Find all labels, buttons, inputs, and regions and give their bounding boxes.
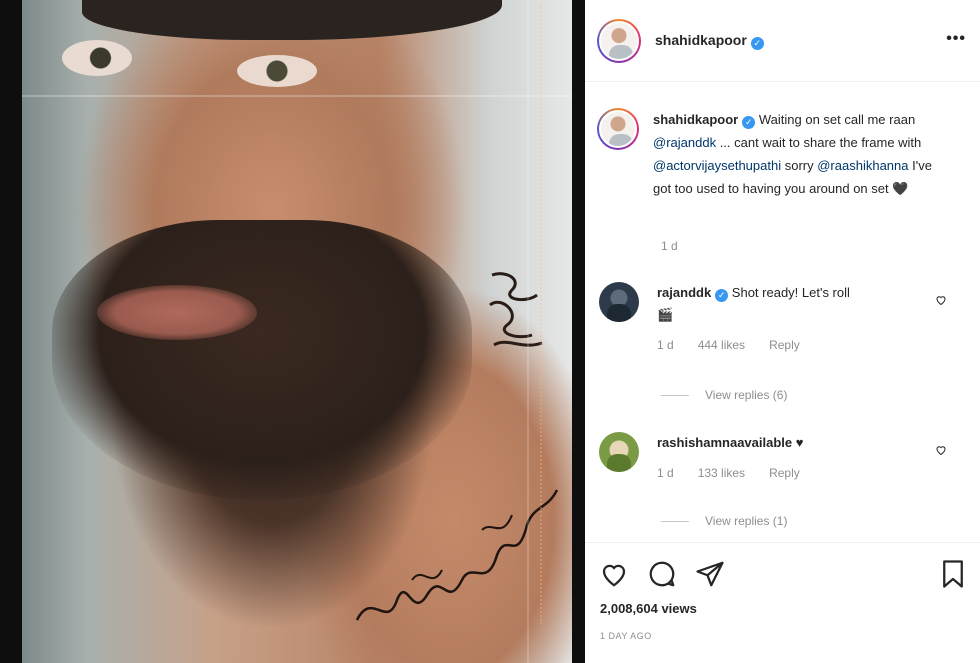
reply-button[interactable]: Reply	[769, 338, 800, 352]
clapperboard-emoji: 🎬	[657, 307, 674, 322]
comment-meta: 1 d 133 likes Reply	[657, 462, 927, 484]
comment-likes[interactable]: 444 likes	[698, 338, 745, 352]
view-replies-button[interactable]: View replies (6)	[661, 388, 787, 402]
post-photo[interactable]	[22, 0, 572, 663]
post-media[interactable]	[0, 0, 585, 663]
photo-eye	[237, 55, 317, 87]
photo-eye	[62, 40, 132, 76]
comment-text: Shot ready! Let's roll	[728, 285, 850, 300]
mention-link[interactable]: @actorvijaysethupathi	[653, 158, 781, 173]
view-replies-line	[661, 520, 689, 522]
photo-beard	[52, 220, 472, 500]
mention-link[interactable]: @raashikhanna	[817, 158, 908, 173]
post-caption: shahidkapoor ✓ Waiting on set call me raa…	[597, 108, 967, 200]
comment-bubble-icon[interactable]	[647, 559, 677, 589]
mention-link[interactable]: @rajanddk	[653, 135, 716, 150]
view-replies-button[interactable]: View replies (1)	[661, 514, 787, 528]
photo-film-edge	[527, 0, 529, 663]
verified-badge-icon: ✓	[742, 116, 756, 129]
commenter-avatar[interactable]	[599, 432, 639, 472]
view-replies-line	[661, 394, 689, 396]
reply-button[interactable]: Reply	[769, 466, 800, 480]
comment-item: rashishamnaavailable ♥ 1 d 133 likes Reply	[599, 432, 967, 484]
save-bookmark-icon[interactable]	[938, 559, 968, 589]
caption-avatar[interactable]	[597, 108, 639, 150]
commenter-avatar[interactable]	[599, 282, 639, 322]
black-heart-emoji: 🖤	[892, 181, 909, 196]
verified-badge-icon: ✓	[750, 36, 764, 50]
like-comment-heart-icon[interactable]	[935, 444, 947, 456]
verified-badge-icon: ✓	[715, 289, 729, 302]
post-timestamp[interactable]: 1 DAY AGO	[600, 631, 652, 641]
heart-emoji: ♥	[795, 435, 804, 450]
caption-timestamp[interactable]: 1 d	[661, 239, 678, 253]
caption-text: shahidkapoor ✓ Waiting on set call me raa…	[653, 112, 932, 196]
comment-item: rajanddk ✓ Shot ready! Let's roll 🎬 1 d 44…	[599, 282, 967, 356]
comment-meta: 1 d 444 likes Reply	[657, 334, 927, 356]
comment-timestamp[interactable]: 1 d	[657, 466, 674, 480]
post-header: shahidkapoor ✓ •••	[585, 0, 980, 82]
view-count[interactable]: 2,008,604 views	[600, 601, 697, 616]
photo-fold-line	[22, 95, 572, 97]
photo-film-perforation	[540, 4, 550, 624]
author-username[interactable]: shahidkapoor ✓	[655, 32, 764, 50]
comment-likes[interactable]: 133 likes	[698, 466, 745, 480]
post-panel: shahidkapoor ✓ ••• shahidkapoor ✓ Waiting …	[585, 0, 980, 663]
more-options-icon[interactable]: •••	[946, 30, 966, 48]
comments-section: shahidkapoor ✓ Waiting on set call me raa…	[585, 82, 980, 542]
like-comment-heart-icon[interactable]	[935, 294, 947, 306]
like-heart-icon[interactable]	[599, 559, 629, 589]
caption-username[interactable]: shahidkapoor	[653, 112, 738, 127]
post-actions: 2,008,604 views 1 DAY AGO	[585, 542, 980, 663]
photo-lips	[97, 285, 257, 340]
photo-hair	[82, 0, 502, 40]
photo-tattoo	[355, 489, 559, 621]
commenter-username[interactable]: rajanddk	[657, 285, 711, 300]
commenter-username[interactable]: rashishamnaavailable	[657, 435, 792, 450]
author-avatar[interactable]	[597, 18, 641, 63]
comment-timestamp[interactable]: 1 d	[657, 338, 674, 352]
share-paper-plane-icon[interactable]	[695, 559, 725, 589]
